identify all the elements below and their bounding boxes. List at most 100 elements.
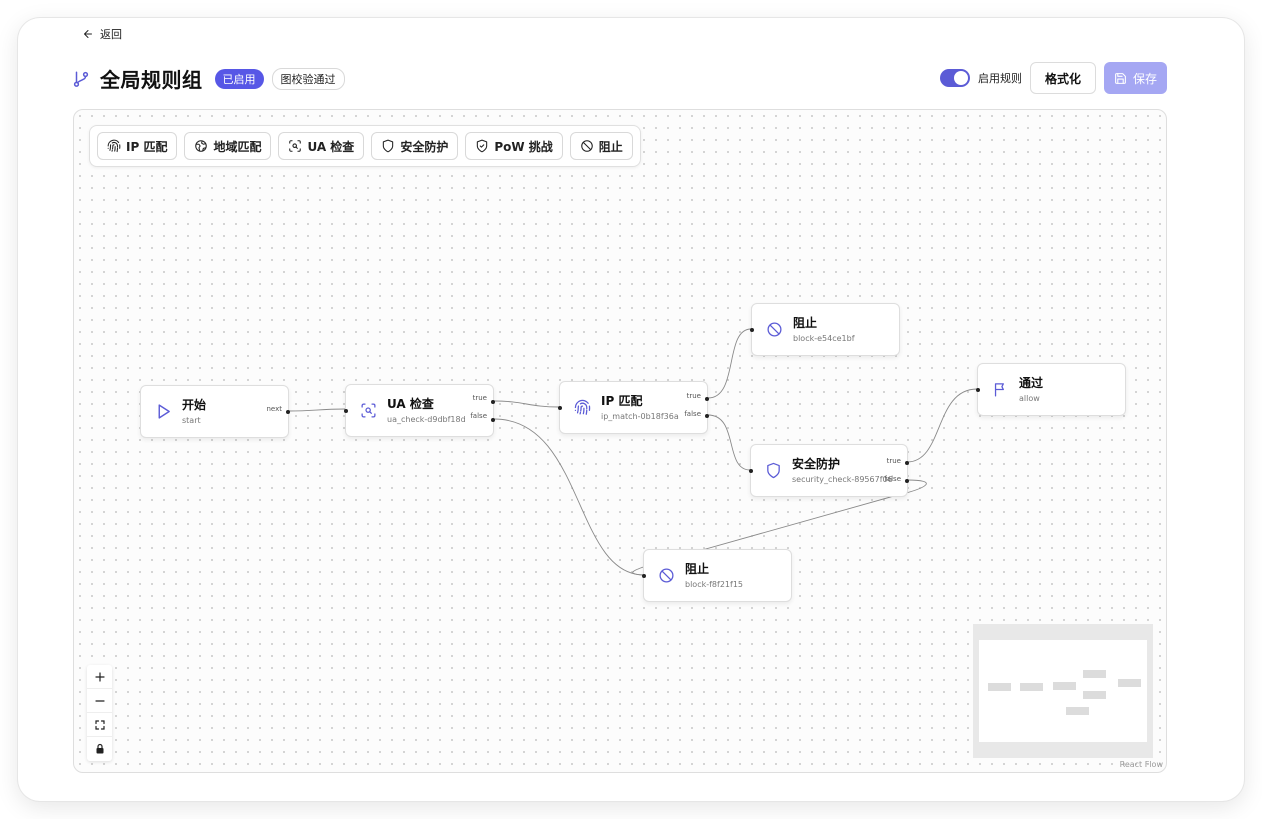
edge-ip-block1-true xyxy=(707,328,752,399)
input-handle[interactable] xyxy=(344,409,348,413)
fit-view-icon xyxy=(94,719,105,730)
palette-label: 安全防护 xyxy=(400,139,449,154)
edge-ua-block2-false xyxy=(493,418,645,576)
input-handle[interactable] xyxy=(750,328,754,332)
ban-icon xyxy=(659,568,674,583)
port-label-false: false xyxy=(684,410,701,418)
minimap-node xyxy=(1020,683,1043,691)
flow-node-ua-check[interactable]: UA 检查 ua_check-d9dbf18d true false xyxy=(344,384,495,437)
palette-security[interactable]: 安全防护 xyxy=(371,132,459,160)
node-id: ip_match-0b18f36a xyxy=(601,412,679,421)
node-id: block-e54ce1bf xyxy=(793,334,855,343)
flow-node-ip-match[interactable]: IP 匹配 ip_match-0b18f36a true false xyxy=(558,381,709,434)
input-handle[interactable] xyxy=(976,388,980,392)
node-label: 开始 xyxy=(182,398,207,412)
palette-label: IP 匹配 xyxy=(126,139,168,154)
ban-icon xyxy=(581,140,593,152)
minimap-viewport xyxy=(979,640,1147,742)
fingerprint-icon xyxy=(574,399,591,415)
fit-view-button[interactable] xyxy=(87,713,112,737)
fingerprint-icon xyxy=(107,139,121,153)
flag-icon xyxy=(994,383,1004,397)
minimap-node xyxy=(1066,707,1089,715)
minimap-node xyxy=(1083,691,1106,699)
port-label-next: next xyxy=(266,405,282,413)
status-badge-validation: 图校验通过 xyxy=(271,67,345,90)
palette-ip-match[interactable]: IP 匹配 xyxy=(97,132,178,160)
zoom-out-button[interactable] xyxy=(87,689,112,713)
ban-icon xyxy=(767,322,782,337)
flow-node-block-2[interactable]: 阻止 block-f8f21f15 xyxy=(642,549,792,602)
node-id: ua_check-d9dbf18d xyxy=(387,415,466,424)
flow-minimap[interactable] xyxy=(973,624,1153,758)
input-handle[interactable] xyxy=(642,574,646,578)
flow-node-start[interactable]: 开始 start next xyxy=(140,385,290,438)
edge-start-ua xyxy=(288,408,346,412)
play-icon xyxy=(158,404,170,419)
palette-block[interactable]: 阻止 xyxy=(569,132,633,160)
edge-ip-security-false xyxy=(707,414,751,471)
node-id: security_check-89567f06 xyxy=(792,475,893,484)
output-handle-true[interactable] xyxy=(491,400,495,404)
port-label-true: true xyxy=(686,392,701,400)
app-window: 返回 全局规则组 已启用 图校验通过 启用规则 格式化 保存 IP 匹配 地域匹… xyxy=(18,18,1244,801)
shield-icon xyxy=(383,139,394,153)
palette-label: UA 检查 xyxy=(307,139,355,154)
minimap-node xyxy=(1118,679,1141,687)
enable-rule-toggle[interactable] xyxy=(939,69,970,87)
save-icon xyxy=(1115,72,1126,84)
flow-node-security-check[interactable]: 安全防护 security_check-89567f06 true false xyxy=(749,444,909,497)
plus-icon xyxy=(94,671,105,682)
flow-attribution[interactable]: React Flow xyxy=(1120,760,1163,769)
node-label: UA 检查 xyxy=(387,397,434,411)
node-label: IP 匹配 xyxy=(601,394,643,408)
node-id: start xyxy=(182,416,201,425)
flow-canvas[interactable]: IP 匹配 地域匹配 UA 检查 安全防护 PoW 挑战 阻止 开始 start… xyxy=(73,109,1167,773)
input-handle[interactable] xyxy=(749,469,753,473)
lock-icon xyxy=(96,743,103,754)
zoom-in-button[interactable] xyxy=(87,665,112,689)
scan-icon xyxy=(289,140,302,152)
page-title: 全局规则组 xyxy=(100,68,203,92)
node-label: 安全防护 xyxy=(792,457,841,471)
shield-check-icon xyxy=(477,139,488,153)
shield-icon xyxy=(767,462,780,479)
input-handle[interactable] xyxy=(558,406,562,410)
save-label: 保存 xyxy=(1132,71,1157,86)
output-handle-false[interactable] xyxy=(705,414,709,418)
port-label-false: false xyxy=(884,475,901,483)
palette-label: 地域匹配 xyxy=(213,139,262,154)
palette-ua-check[interactable]: UA 检查 xyxy=(278,132,365,160)
globe-icon xyxy=(195,140,208,152)
arrow-left-icon xyxy=(84,30,92,38)
flow-node-block-1[interactable]: 阻止 block-e54ce1bf xyxy=(750,303,900,356)
node-id: allow xyxy=(1019,394,1040,403)
flow-node-allow[interactable]: 通过 allow xyxy=(976,363,1126,416)
minimap-node xyxy=(988,683,1011,691)
palette-pow-challenge[interactable]: PoW 挑战 xyxy=(465,132,563,160)
git-branch-icon xyxy=(73,71,89,87)
palette-geo-match[interactable]: 地域匹配 xyxy=(184,132,272,160)
save-button[interactable]: 保存 xyxy=(1103,62,1167,94)
output-handle-true[interactable] xyxy=(705,397,709,401)
port-label-true: true xyxy=(472,394,487,402)
node-id: block-f8f21f15 xyxy=(685,580,744,589)
back-label: 返回 xyxy=(100,28,122,41)
palette-label: PoW 挑战 xyxy=(494,139,553,154)
node-palette: IP 匹配 地域匹配 UA 检查 安全防护 PoW 挑战 阻止 xyxy=(89,125,641,167)
output-handle-false[interactable] xyxy=(905,479,909,483)
back-link[interactable]: 返回 xyxy=(82,26,122,42)
minus-icon xyxy=(94,699,105,702)
format-button[interactable]: 格式化 xyxy=(1029,62,1096,94)
page-header: 全局规则组 已启用 图校验通过 xyxy=(72,64,345,93)
header-actions: 启用规则 格式化 保存 xyxy=(939,62,1167,94)
output-handle-true[interactable] xyxy=(905,461,909,465)
node-label: 阻止 xyxy=(793,316,818,330)
output-handle-false[interactable] xyxy=(491,418,495,422)
edge-ua-ip-true xyxy=(493,400,560,408)
flow-controls xyxy=(87,665,112,761)
node-label: 阻止 xyxy=(685,562,710,576)
output-handle[interactable] xyxy=(286,410,290,414)
status-badge-enabled: 已启用 xyxy=(214,68,264,89)
lock-button[interactable] xyxy=(87,737,112,761)
